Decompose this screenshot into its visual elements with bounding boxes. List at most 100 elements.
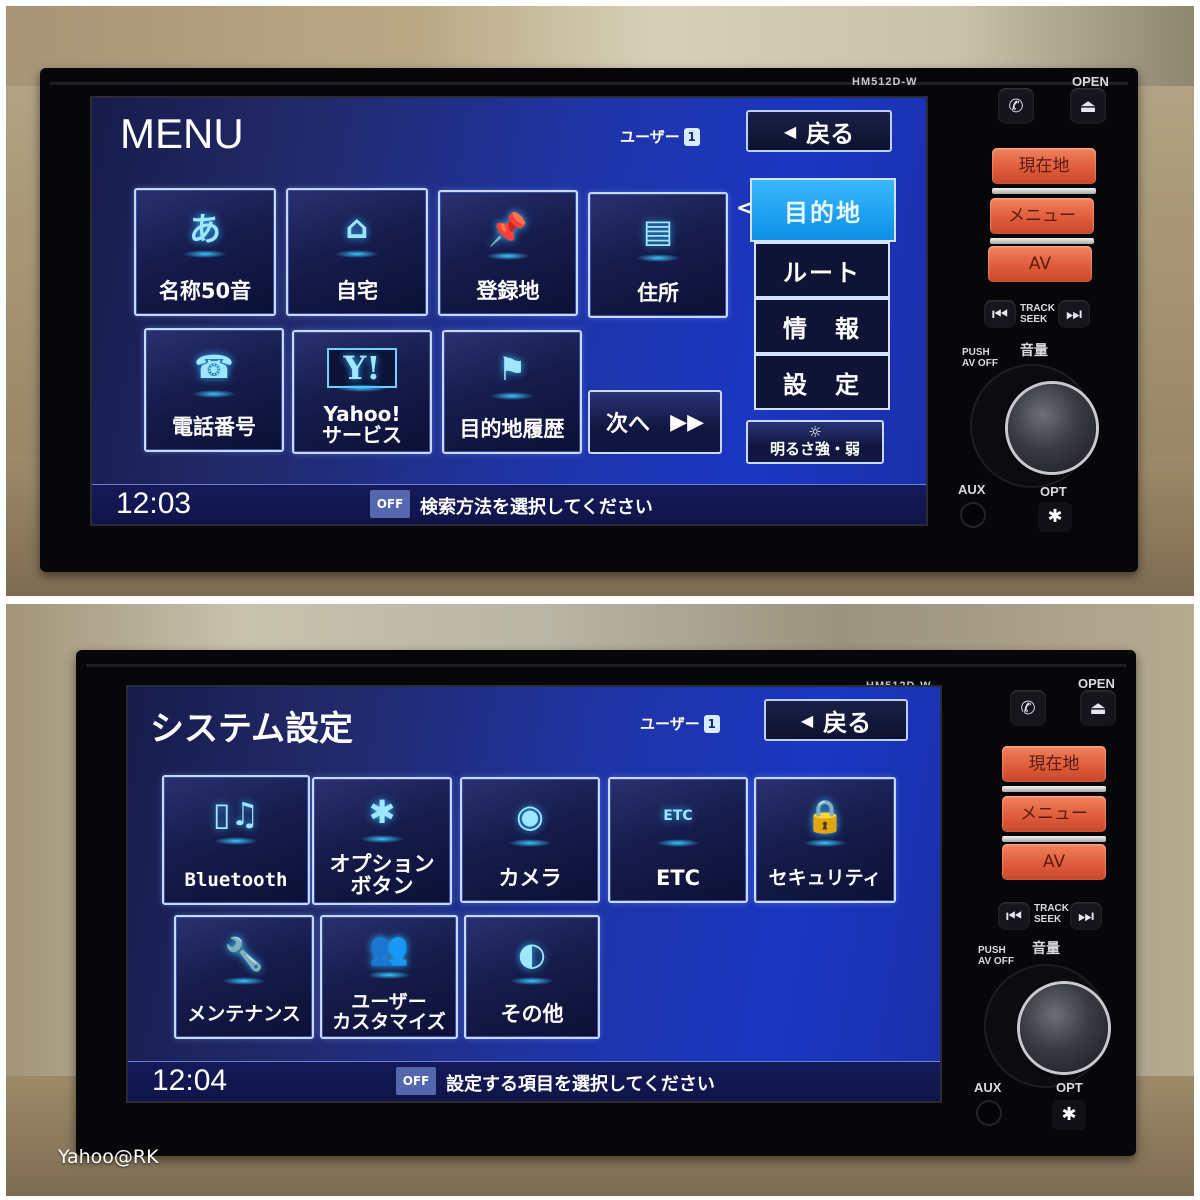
tab-information[interactable]: 情 報: [754, 298, 890, 354]
button-divider: [992, 188, 1096, 194]
eject-icon: ⏏: [1089, 697, 1107, 719]
track-prev-button[interactable]: ⏮: [998, 902, 1030, 930]
next-page-button[interactable]: 次へ ▶▶: [588, 390, 722, 454]
aux-jack: [978, 1102, 1000, 1124]
off-button[interactable]: OFF: [370, 490, 410, 518]
back-button-label: 戻る: [823, 708, 872, 737]
eject-button[interactable]: ⏏: [1070, 88, 1106, 124]
unit-lip: [50, 82, 1128, 85]
status-bar: 12:03 OFF 検索方法を選択してください: [92, 484, 926, 524]
volume-label: 音量: [1032, 940, 1060, 956]
tile-address[interactable]: ▤ 住所: [588, 192, 728, 318]
tile-user-customize[interactable]: 👥 ユーザー カスタマイズ: [320, 915, 458, 1039]
back-button-label: 戻る: [806, 119, 855, 148]
unit-lip: [86, 664, 1126, 667]
brightness-button[interactable]: ☼ 明るさ強・弱: [746, 420, 884, 464]
current-location-button[interactable]: 現在地: [992, 148, 1096, 184]
track-label: TRACK: [1020, 303, 1055, 314]
tile-bluetooth[interactable]: ▯♫ Bluetooth: [162, 775, 310, 905]
push-label: PUSH: [978, 945, 1006, 956]
opt-label: OPT: [1040, 484, 1067, 499]
opt-button[interactable]: ✱: [1052, 1100, 1086, 1130]
back-arrow-icon: ◀: [783, 121, 797, 141]
current-location-button[interactable]: 現在地: [1002, 746, 1106, 782]
av-button[interactable]: AV: [1002, 844, 1106, 880]
tile-registered-points[interactable]: 📌 登録地: [438, 190, 578, 316]
yahoo-logo-icon: Y!: [327, 348, 397, 392]
back-arrow-icon: ◀: [800, 710, 814, 730]
tile-other[interactable]: ◐ その他: [464, 915, 600, 1039]
push-av-off-label: PUSH AV OFF: [962, 347, 998, 369]
skip-forward-icon: ⏭: [1077, 905, 1095, 927]
tile-yahoo-services[interactable]: Y! Yahoo! サービス: [292, 330, 432, 454]
volume-knob[interactable]: [1008, 384, 1096, 472]
screen-title: システム設定: [150, 709, 353, 749]
eject-button[interactable]: ⏏: [1080, 690, 1116, 726]
track-prev-button[interactable]: ⏮: [984, 300, 1016, 328]
phone-icon: ✆: [1008, 95, 1024, 117]
photo-bottom: HM512D-W システム設定 ユーザー 1 ◀ 戻る ▯♫ Bluetooth…: [6, 604, 1194, 1196]
menu-hw-button[interactable]: メニュー: [990, 198, 1094, 234]
track-next-button[interactable]: ⏭: [1070, 902, 1102, 930]
back-button[interactable]: ◀ 戻る: [764, 699, 908, 741]
telephone-icon: ☎: [186, 342, 242, 398]
opt-star-icon: ✱: [1047, 506, 1063, 527]
user-indicator: ユーザー 1: [620, 126, 700, 147]
model-label: HM512D-W: [852, 76, 918, 88]
volume-knob[interactable]: [1020, 984, 1108, 1072]
seek-label: SEEK: [1020, 313, 1048, 325]
tile-label: その他: [500, 1001, 564, 1026]
tile-security[interactable]: 🔒 セキュリティ: [754, 777, 896, 903]
opt-star-icon: ✱: [1061, 1104, 1077, 1125]
tile-label: ユーザー カスタマイズ: [332, 991, 446, 1034]
user-label: ユーザー: [640, 715, 700, 733]
track-seek-label: TRACK SEEK: [1020, 303, 1055, 325]
tile-phone-number[interactable]: ☎ 電話番号: [144, 328, 284, 452]
eject-icon: ⏏: [1079, 95, 1097, 117]
tile-maintenance[interactable]: 🔧 メンテナンス: [174, 915, 314, 1039]
tile-label: Yahoo! サービス: [322, 402, 402, 447]
home-icon: ⌂: [329, 202, 385, 258]
phone-button[interactable]: ✆: [1010, 690, 1046, 726]
opt-label: OPT: [1056, 1080, 1083, 1095]
open-label: OPEN: [1078, 676, 1115, 691]
tile-destination-history[interactable]: ⚑ 目的地履歴: [442, 330, 582, 454]
watermark: Yahoo@RK: [58, 1146, 159, 1168]
tile-label: 電話番号: [172, 414, 256, 439]
camera-icon: ◉: [502, 791, 558, 847]
aux-jack: [962, 504, 984, 526]
menu-hw-button[interactable]: メニュー: [1002, 796, 1106, 832]
off-button[interactable]: OFF: [396, 1067, 436, 1095]
tab-destination[interactable]: 目的地: [750, 178, 896, 242]
user-number-badge: 1: [683, 127, 700, 146]
skip-forward-icon: ⏭: [1065, 303, 1083, 325]
screen-system-settings: システム設定 ユーザー 1 ◀ 戻る ▯♫ Bluetooth ✱ オプション …: [126, 685, 942, 1103]
tile-home[interactable]: ⌂ 自宅: [286, 188, 428, 316]
phone-button[interactable]: ✆: [998, 88, 1034, 124]
av-button[interactable]: AV: [988, 246, 1092, 282]
tile-label: ETC: [655, 865, 701, 890]
tab-settings[interactable]: 設 定: [754, 354, 890, 410]
open-label: OPEN: [1072, 74, 1109, 89]
tile-label: Bluetooth: [184, 869, 288, 892]
track-next-button[interactable]: ⏭: [1058, 300, 1090, 328]
volume-label: 音量: [1020, 342, 1048, 358]
tile-option-button[interactable]: ✱ オプション ボタン: [312, 777, 452, 905]
tile-label: オプション ボタン: [329, 851, 435, 898]
av-off-label: AV OFF: [962, 357, 998, 369]
kana-a-icon: あ: [177, 202, 233, 258]
tile-name-search[interactable]: あ 名称50音: [134, 188, 276, 316]
button-divider: [1002, 836, 1106, 842]
button-divider: [1002, 786, 1106, 792]
aux-label: AUX: [958, 482, 986, 497]
address-card-icon: ▤: [630, 206, 686, 262]
tile-etc[interactable]: ETC ETC: [608, 777, 748, 903]
padlock-icon: 🔒: [797, 791, 853, 847]
head-unit-top: HM512D-W MENU ユーザー 1 ◀ 戻る あ 名称50音 ⌂ 自宅 📌: [40, 68, 1138, 572]
tab-route[interactable]: ルート: [754, 242, 890, 298]
status-bar: 12:04 OFF 設定する項目を選択してください: [128, 1061, 940, 1101]
opt-button[interactable]: ✱: [1038, 502, 1072, 532]
tile-camera[interactable]: ◉ カメラ: [460, 777, 600, 903]
back-button[interactable]: ◀ 戻る: [746, 110, 892, 152]
screen-title: MENU: [120, 110, 244, 157]
